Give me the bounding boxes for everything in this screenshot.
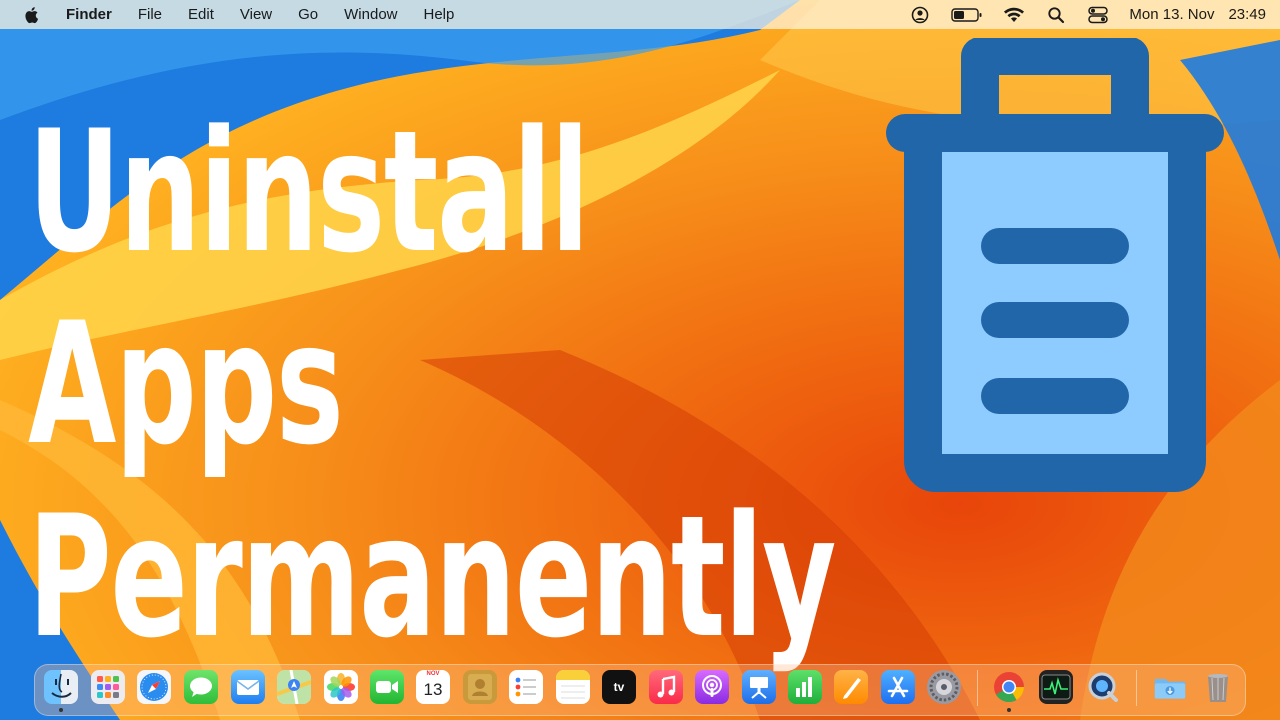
user-account-icon[interactable] [909, 6, 931, 24]
menu-file[interactable]: File [138, 6, 162, 23]
desktop: Finder File Edit View Go Window Help Mon… [0, 0, 1280, 720]
apple-tv-label: tv [613, 680, 625, 694]
quicktime-icon[interactable] [1086, 670, 1120, 704]
control-center-icon[interactable] [1087, 6, 1109, 24]
headline-line-1: Uninstall [28, 94, 590, 290]
activity-monitor-icon[interactable] [1039, 670, 1073, 704]
headline-line-2: Apps [28, 286, 344, 482]
pages-icon[interactable] [834, 670, 868, 704]
finder-icon[interactable] [44, 670, 78, 704]
trash-icon[interactable] [1201, 670, 1235, 704]
apple-tv-icon[interactable]: tv [602, 670, 636, 704]
clock-time: 23:49 [1228, 6, 1266, 23]
dock-separator [977, 670, 978, 706]
wifi-icon[interactable] [1003, 6, 1025, 24]
maps-icon[interactable] [277, 670, 311, 704]
music-icon[interactable] [649, 670, 683, 704]
clock-date: Mon 13. Nov [1129, 6, 1215, 23]
menu-app-finder[interactable]: Finder [66, 6, 112, 23]
podcasts-icon[interactable] [695, 670, 729, 704]
menu-edit[interactable]: Edit [188, 6, 214, 23]
keynote-icon[interactable] [742, 670, 776, 704]
menu-window[interactable]: Window [344, 6, 397, 23]
facetime-icon[interactable] [370, 670, 404, 704]
calendar-day-label: 13 [423, 680, 443, 699]
chrome-icon[interactable] [992, 670, 1026, 704]
calendar-month-label: NOV [426, 671, 440, 677]
spotlight-search-icon[interactable] [1045, 6, 1067, 24]
messages-icon[interactable] [184, 670, 218, 704]
battery-icon[interactable] [951, 6, 983, 24]
numbers-icon[interactable] [788, 670, 822, 704]
chrome-running-indicator [1007, 708, 1011, 712]
contacts-icon[interactable] [463, 670, 497, 704]
downloads-folder-icon[interactable] [1153, 670, 1187, 704]
launchpad-icon[interactable] [91, 670, 125, 704]
app-store-icon[interactable] [881, 670, 915, 704]
menu-bar: Finder File Edit View Go Window Help Mon… [0, 0, 1280, 29]
menu-view[interactable]: View [240, 6, 272, 23]
finder-running-indicator [59, 708, 63, 712]
headline-line-3: Permanently [28, 479, 836, 675]
safari-icon[interactable] [137, 670, 171, 704]
large-trash-can-icon [886, 38, 1224, 492]
notes-icon[interactable] [556, 670, 590, 704]
menu-go[interactable]: Go [298, 6, 318, 23]
menu-help[interactable]: Help [424, 6, 455, 23]
apple-menu-icon[interactable] [24, 6, 42, 24]
mail-icon[interactable] [231, 670, 265, 704]
photos-icon[interactable] [324, 670, 358, 704]
reminders-icon[interactable] [509, 670, 543, 704]
calendar-icon[interactable]: NOV 13 [416, 670, 450, 704]
system-settings-icon[interactable] [927, 670, 961, 704]
dock-separator-right [1136, 670, 1137, 706]
menu-bar-clock[interactable]: Mon 13. Nov 23:49 [1129, 6, 1266, 23]
